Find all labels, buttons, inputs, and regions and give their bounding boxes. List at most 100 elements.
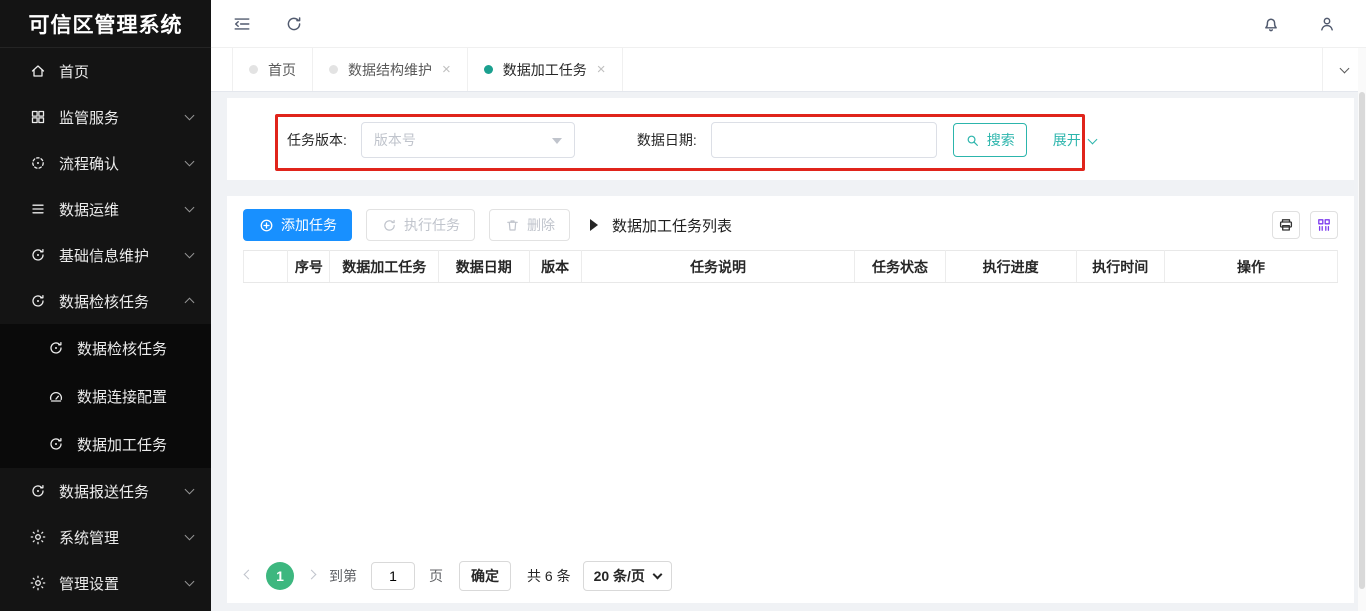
printer-icon	[1278, 217, 1294, 233]
filter-panel: 任务版本: 版本号 数据日期: 搜索 展开	[227, 98, 1354, 180]
chevron-up-icon	[185, 298, 195, 308]
tab-close-icon[interactable]: ×	[597, 62, 606, 77]
sidebar-submenu: 数据检核任务数据连接配置数据加工任务	[0, 324, 211, 468]
sidebar: 可信区管理系统 首页监管服务流程确认数据运维基础信息维护数据检核任务数据检核任务…	[0, 0, 211, 611]
chevron-down-icon	[185, 203, 195, 213]
sync-icon	[30, 483, 46, 499]
sidebar-item[interactable]: 管理设置	[0, 560, 211, 606]
sidebar-item-label: 数据报送任务	[59, 481, 186, 502]
chevron-down-icon	[652, 569, 662, 579]
sidebar-item-label: 数据加工任务	[77, 434, 193, 455]
list-title: 数据加工任务列表	[590, 215, 732, 236]
refresh-icon[interactable]	[285, 15, 303, 33]
version-select-placeholder: 版本号	[374, 130, 552, 150]
sidebar-item-label: 首页	[59, 61, 193, 82]
select-caret-icon	[552, 138, 562, 149]
confirm-icon	[30, 155, 46, 171]
chevron-down-icon	[185, 531, 195, 541]
search-icon	[965, 132, 981, 148]
sidebar-item-label: 数据检核任务	[77, 338, 193, 359]
table-header-cell: 版本	[529, 251, 581, 283]
sidebar-item[interactable]: 系统管理	[0, 514, 211, 560]
sidebar-item[interactable]: 流程确认	[0, 140, 211, 186]
app-window: 可信区管理系统 首页监管服务流程确认数据运维基础信息维护数据检核任务数据检核任务…	[0, 0, 1366, 611]
execute-icon	[381, 217, 397, 233]
table-header-row: 序号数据加工任务数据日期版本任务说明任务状态执行进度执行时间操作	[244, 251, 1338, 283]
expand-toggle[interactable]: 展开	[1053, 130, 1096, 150]
page-number-input[interactable]	[371, 562, 415, 590]
page-scrollbar	[1358, 48, 1366, 611]
sidebar-item[interactable]: 首页	[0, 48, 211, 94]
date-input[interactable]	[711, 122, 937, 158]
version-select[interactable]: 版本号	[361, 122, 575, 158]
table-header-cell	[244, 251, 288, 283]
tab[interactable]: 数据加工任务 ×	[467, 48, 623, 91]
next-page-icon[interactable]	[306, 574, 317, 578]
confirm-page-button[interactable]: 确定	[459, 561, 511, 591]
goto-label: 到第	[329, 566, 357, 586]
tab[interactable]: 首页	[232, 48, 313, 91]
delete-button[interactable]: 删除	[489, 209, 570, 241]
chevron-down-icon	[185, 249, 195, 259]
tab-bar: 首页数据结构维护× 数据加工任务 ×	[211, 48, 1366, 92]
sidebar-item-label: 流程确认	[59, 153, 186, 174]
grid-icon	[30, 109, 46, 125]
gauge-icon	[48, 388, 64, 404]
current-page-button[interactable]: 1	[266, 562, 294, 590]
table-header-cell: 操作	[1164, 251, 1337, 283]
sidebar-subitem[interactable]: 数据检核任务	[0, 324, 211, 372]
table-header-cell: 任务状态	[855, 251, 945, 283]
menu-fold-icon[interactable]	[233, 15, 251, 33]
sidebar-item[interactable]: 监管服务	[0, 94, 211, 140]
column-settings-button[interactable]	[1310, 211, 1338, 239]
print-button[interactable]	[1272, 211, 1300, 239]
tab[interactable]: 数据结构维护×	[312, 48, 468, 91]
page-unit-label: 页	[429, 566, 443, 586]
tab-status-dot-icon	[249, 65, 258, 74]
sidebar-item-label: 基础信息维护	[59, 245, 186, 266]
page-size-select[interactable]: 20 条/页	[583, 561, 672, 591]
data-date-label: 数据日期:	[637, 130, 697, 150]
chevron-down-icon	[185, 577, 195, 587]
sidebar-menu: 首页监管服务流程确认数据运维基础信息维护数据检核任务数据检核任务数据连接配置数据…	[0, 48, 211, 606]
sidebar-item[interactable]: 数据检核任务	[0, 278, 211, 324]
table-header-cell: 执行时间	[1076, 251, 1164, 283]
pagination: 1 到第 页 确定 共 6 条 20 条/页	[243, 561, 672, 591]
sidebar-item[interactable]: 数据报送任务	[0, 468, 211, 514]
home-icon	[30, 63, 46, 79]
tab-close-icon[interactable]: ×	[442, 62, 451, 77]
gear-icon	[30, 529, 46, 545]
app-title: 可信区管理系统	[0, 0, 211, 48]
sidebar-item-label: 系统管理	[59, 527, 186, 548]
sidebar-item-label: 数据连接配置	[77, 386, 193, 407]
chevron-down-icon	[1087, 134, 1097, 144]
sidebar-item-label: 数据运维	[59, 199, 186, 220]
chevron-down-icon	[185, 485, 195, 495]
add-task-button[interactable]: 添加任务	[243, 209, 352, 241]
notification-bell-icon[interactable]	[1262, 15, 1280, 33]
list-icon	[30, 201, 46, 217]
tab-status-dot-icon	[329, 65, 338, 74]
plus-circle-icon	[258, 217, 274, 233]
triangle-right-icon	[590, 219, 604, 231]
task-list-card: 添加任务 执行任务 删除 数据加工任务列表	[227, 196, 1354, 603]
scrollbar-thumb[interactable]	[1359, 92, 1365, 589]
chevron-down-icon	[185, 157, 195, 167]
user-profile-icon[interactable]	[1318, 15, 1336, 33]
prev-page-icon[interactable]	[243, 574, 254, 578]
sidebar-subitem[interactable]: 数据连接配置	[0, 372, 211, 420]
table-header-cell: 数据加工任务	[330, 251, 439, 283]
sidebar-item[interactable]: 数据运维	[0, 186, 211, 232]
sync-icon	[30, 293, 46, 309]
toolbar: 添加任务 执行任务 删除 数据加工任务列表	[243, 204, 1338, 246]
trash-icon	[504, 217, 520, 233]
sidebar-item[interactable]: 基础信息维护	[0, 232, 211, 278]
execute-task-button[interactable]: 执行任务	[366, 209, 475, 241]
top-header	[211, 0, 1366, 48]
gear-icon	[30, 575, 46, 591]
tab-label: 数据加工任务	[503, 60, 587, 80]
sidebar-item-label: 数据检核任务	[59, 291, 186, 312]
search-button[interactable]: 搜索	[953, 123, 1027, 157]
table-header-cell: 执行进度	[945, 251, 1076, 283]
sidebar-subitem[interactable]: 数据加工任务	[0, 420, 211, 468]
